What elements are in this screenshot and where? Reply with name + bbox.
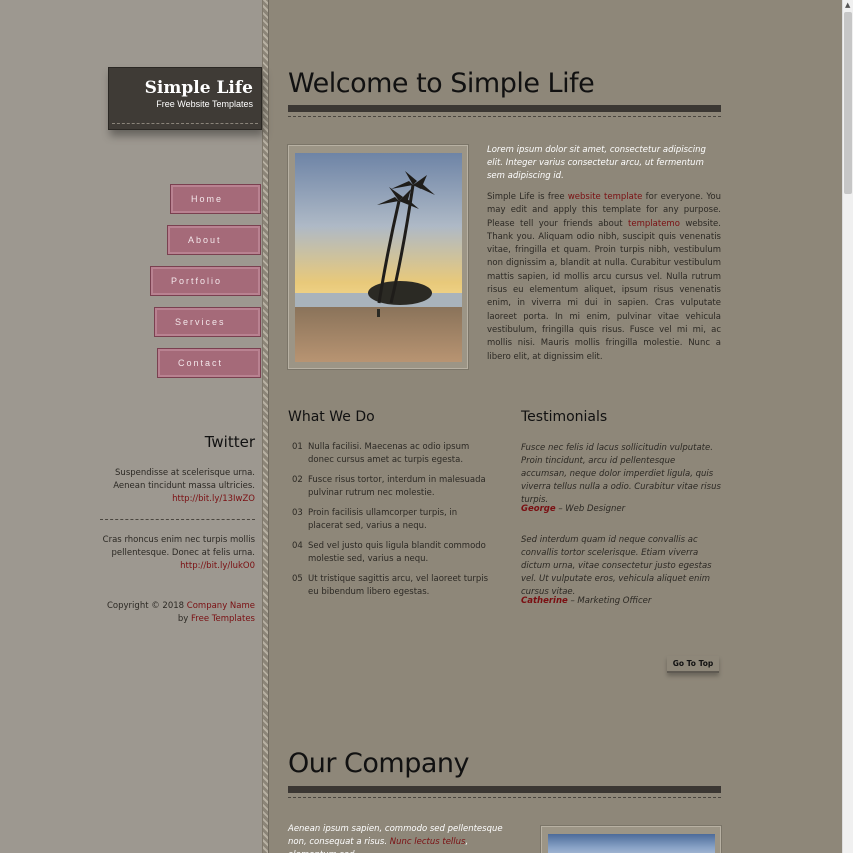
testimonial-2-name: Catherine [521, 596, 568, 606]
menu-item-about[interactable]: About [167, 225, 261, 255]
company-photo-frame [541, 826, 721, 853]
scroll-thumb[interactable] [844, 12, 852, 194]
what-we-do-heading: What We Do [288, 409, 375, 425]
list-number: 04 [292, 541, 303, 551]
company-underline-bar [288, 786, 721, 793]
tweet-1-text: Suspendisse at scelerisque urna. Aenean … [113, 468, 255, 491]
tweet-2-link[interactable]: http://bit.ly/lukO0 [180, 561, 255, 571]
page-scrollbar[interactable]: ▲ [842, 0, 853, 853]
tweet-2-text: Cras rhoncus enim nec turpis mollis pell… [102, 535, 255, 558]
tweet-1-link[interactable]: http://bit.ly/13IwZO [172, 494, 255, 504]
welcome-body-p1: Simple Life is free [487, 192, 565, 202]
list-number: 03 [292, 508, 303, 518]
what-we-do-list: 01 Nulla facilisi. Maecenas ac odio ipsum… [292, 441, 492, 606]
tweet-1: Suspendisse at scelerisque urna. Aenean … [100, 467, 255, 506]
menu-item-portfolio[interactable]: Portfolio [150, 266, 261, 296]
list-text: Fusce risus tortor, interdum in malesuad… [308, 475, 486, 498]
twitter-heading: Twitter [204, 433, 255, 451]
palm-sunset-image [295, 153, 462, 362]
company-photo [548, 834, 715, 853]
rope-divider [262, 0, 269, 853]
website-template-link[interactable]: website template [568, 192, 643, 202]
tweet-divider [100, 519, 255, 520]
company-intro: Aenean ipsum sapien, commodo sed pellent… [288, 823, 518, 853]
templatemo-link[interactable]: templatemo [628, 219, 680, 229]
testimonial-1-author: George – Web Designer [521, 504, 625, 514]
logo-subtitle: Free Website Templates [156, 99, 253, 109]
testimonial-2-role: – Marketing Officer [570, 596, 652, 606]
welcome-intro: Lorem ipsum dolor sit amet, consectetur … [487, 145, 706, 181]
copyright-prefix: Copyright © 2018 [107, 601, 185, 611]
list-number: 05 [292, 574, 303, 584]
content-area [269, 0, 842, 853]
list-number: 01 [292, 442, 303, 452]
go-to-top-button[interactable]: Go To Top [667, 656, 719, 673]
list-item: 03 Proin facilisis ullamcorper turpis, in… [292, 507, 492, 533]
list-item: 05 Ut tristique sagittis arcu, vel laoree… [292, 573, 492, 599]
list-text: Sed vel justo quis ligula blandit commod… [308, 541, 486, 564]
company-name-link[interactable]: Company Name [187, 601, 255, 611]
menu-item-services[interactable]: Services [154, 307, 261, 337]
photo-frame [288, 145, 468, 369]
list-item: 04 Sed vel justo quis ligula blandit comm… [292, 540, 492, 566]
testimonial-1-role: – Web Designer [558, 504, 626, 514]
testimonial-1-text: Fusce nec felis id lacus sollicitudin vu… [521, 443, 721, 505]
title-underline-bar [288, 105, 721, 112]
menu-item-home[interactable]: Home [170, 184, 261, 214]
testimonial-1-name: George [521, 504, 556, 514]
copyright: Copyright © 2018 Company Name by Free Te… [100, 600, 255, 626]
title-dashed-rule [288, 116, 721, 117]
testimonial-2-text: Sed interdum quam id neque convallis ac … [521, 535, 712, 597]
company-intro-link[interactable]: Nunc lectus tellus [390, 837, 466, 847]
list-text: Proin facilisis ullamcorper turpis, in p… [308, 508, 458, 531]
list-item: 02 Fusce risus tortor, interdum in malesu… [292, 474, 492, 500]
testimonials-heading: Testimonials [521, 409, 608, 425]
tweet-2: Cras rhoncus enim nec turpis mollis pell… [100, 534, 255, 573]
list-text: Nulla facilisi. Maecenas ac odio ipsum d… [308, 442, 470, 465]
testimonial-2-author: Catherine – Marketing Officer [521, 596, 651, 606]
copyright-by: by [177, 614, 189, 624]
list-text: Ut tristique sagittis arcu, vel laoreet … [308, 574, 489, 597]
welcome-body-p3: website. Thank you. Aliquam odio nibh, s… [487, 218, 721, 362]
page-title: Welcome to Simple Life [288, 68, 595, 99]
list-item: 01 Nulla facilisi. Maecenas ac odio ipsum… [292, 441, 492, 467]
logo-title: Simple Life [144, 78, 253, 98]
palm-sunset-photo [295, 153, 462, 362]
scroll-up-arrow-icon[interactable]: ▲ [845, 1, 850, 9]
welcome-body: Simple Life is free website template for… [487, 191, 721, 364]
free-templates-link[interactable]: Free Templates [191, 614, 255, 624]
site-logo[interactable]: Simple Life Free Website Templates [108, 67, 262, 130]
list-number: 02 [292, 475, 303, 485]
menu-item-contact[interactable]: Contact [157, 348, 261, 378]
company-heading: Our Company [288, 748, 470, 779]
company-dashed-rule [288, 797, 721, 798]
